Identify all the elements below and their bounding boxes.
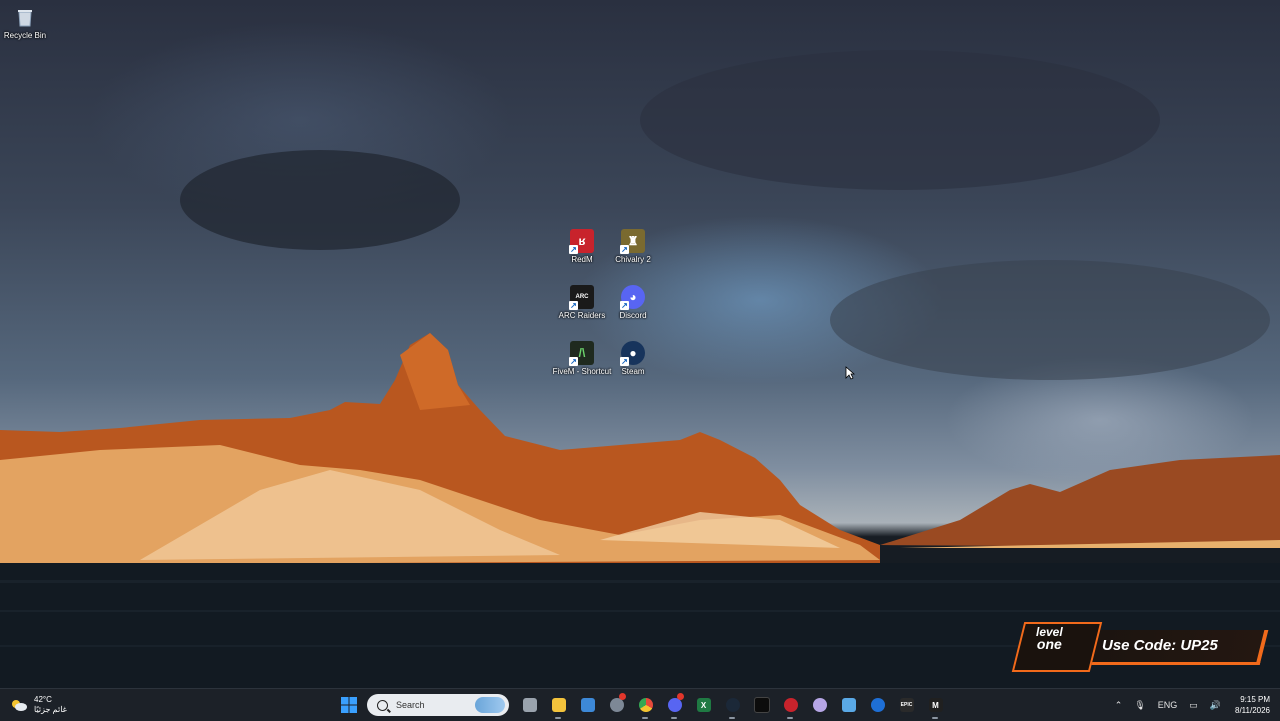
logo-line-2: one (1036, 636, 1062, 652)
start-button[interactable] (334, 689, 363, 721)
fivem-icon: /\ ↗ (569, 341, 594, 366)
mouse-cursor-icon (845, 366, 855, 380)
chivalry-2-icon: ♜ ↗ (620, 229, 645, 254)
excel-icon: X (696, 698, 711, 712)
epic-games-button[interactable]: EPIC (892, 689, 921, 721)
recycle-bin-label: Recycle Bin (3, 31, 47, 40)
discord-badge (677, 693, 684, 700)
weather-temperature: 42°C (34, 695, 52, 704)
volume-icon[interactable]: 🔊 (1210, 700, 1221, 711)
chevron-up-icon[interactable]: ⌃ (1115, 700, 1123, 711)
clock[interactable]: 9:15 PM 8/11/2026 (1235, 694, 1270, 716)
redm-taskbar-icon (783, 698, 798, 712)
promo-code-text: Use Code: UP25 (1102, 637, 1218, 654)
taskbar-apps: Search X EPIC M (334, 689, 950, 721)
weather-description: غائم جزئيًا (34, 705, 67, 714)
unknown-app-button[interactable]: M (921, 689, 950, 721)
redm-icon: ʁ ↗ (569, 229, 594, 254)
window-app-icon (841, 698, 856, 712)
excel-button[interactable]: X (689, 689, 718, 721)
system-tray: ⌃ 🎙 ENG ▭ 🔊 9:15 PM 8/11/2026 (1109, 689, 1280, 721)
chivalry-2-shortcut[interactable]: ♜ ↗ Chivalry 2 (603, 229, 663, 265)
discord-label: Discord (619, 311, 647, 320)
steam-shortcut[interactable]: ● ↗ Steam (603, 341, 663, 377)
terminal-button[interactable] (747, 689, 776, 721)
clock-time: 9:15 PM (1240, 695, 1270, 704)
steam-taskbar-button[interactable] (718, 689, 747, 721)
discord-shortcut[interactable]: ◕ ↗ Discord (603, 285, 663, 321)
folder-icon (551, 698, 566, 712)
search-highlight-icon (475, 697, 505, 713)
discord-icon: ◕ ↗ (620, 285, 645, 310)
clock-date: 8/11/2026 (1235, 706, 1270, 715)
notification-badge (619, 693, 626, 700)
terminal-icon (753, 697, 770, 713)
promo-badge: Use Code: UP25 level one (1011, 620, 1269, 672)
search-box[interactable]: Search (367, 694, 509, 716)
level-one-logo-text: level one (1036, 626, 1063, 652)
recycle-bin-shortcut[interactable]: Recycle Bin (0, 5, 55, 41)
arc-raiders-icon: ARC ↗ (569, 285, 594, 310)
steam-taskbar-icon (725, 698, 740, 712)
circle-app-icon (812, 698, 827, 712)
window-app-button[interactable] (834, 689, 863, 721)
task-view-icon (522, 698, 537, 712)
microsoft-store-button[interactable] (573, 689, 602, 721)
partly-cloudy-icon (12, 700, 27, 711)
store-icon (580, 698, 595, 712)
file-explorer-button[interactable] (544, 689, 573, 721)
copilot-button[interactable] (602, 689, 631, 721)
chivalry-2-label: Chivalry 2 (615, 255, 651, 264)
steam-icon: ● ↗ (620, 341, 645, 366)
chrome-icon (638, 698, 653, 712)
app-circle-button[interactable] (805, 689, 834, 721)
redm-taskbar-button[interactable] (776, 689, 805, 721)
network-icon[interactable]: ▭ (1189, 700, 1198, 711)
search-icon (377, 699, 388, 711)
weather-widget[interactable]: 42°C غائم جزئيًا (10, 693, 67, 717)
task-view-button[interactable] (515, 689, 544, 721)
microphone-icon[interactable]: 🎙 (1134, 700, 1145, 711)
language-indicator[interactable]: ENG (1158, 700, 1178, 710)
discord-taskbar-button[interactable] (660, 689, 689, 721)
search-placeholder: Search (396, 700, 425, 710)
discord-taskbar-icon (667, 698, 682, 712)
windows-logo-icon (340, 697, 357, 713)
taskbar: 42°C غائم جزئيًا Search X EPIC M ⌃ 🎙 ENG… (0, 688, 1280, 721)
epic-games-icon: EPIC (899, 698, 914, 712)
steam-label: Steam (621, 367, 645, 376)
m-app-icon: M (928, 698, 943, 712)
copilot-icon (609, 698, 624, 712)
chrome-button[interactable] (631, 689, 660, 721)
recycle-bin-icon (13, 5, 37, 29)
battlenet-button[interactable] (863, 689, 892, 721)
battlenet-icon (870, 698, 885, 712)
